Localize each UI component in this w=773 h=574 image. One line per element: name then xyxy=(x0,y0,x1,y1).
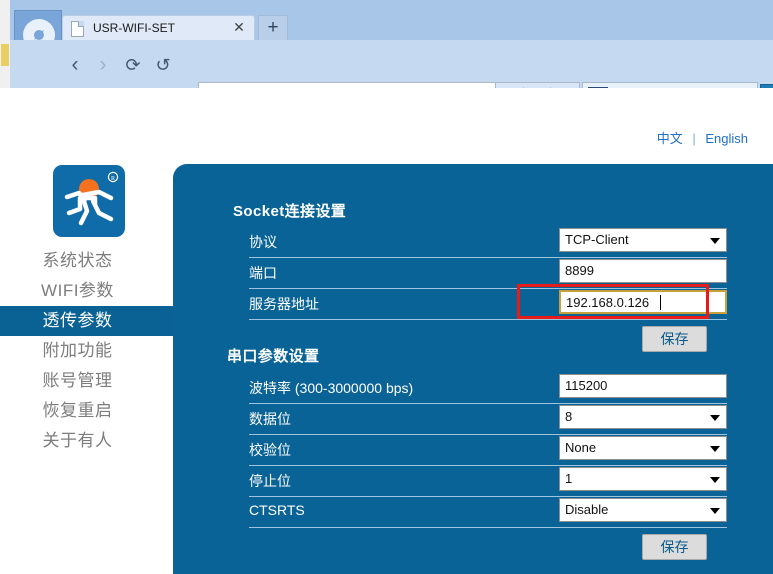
row-ctsrts: CTSRTS Disable xyxy=(249,496,727,528)
label-parity: 校验位 xyxy=(249,440,291,460)
chevron-down-icon xyxy=(710,446,720,452)
close-icon[interactable]: ✕ xyxy=(232,21,246,35)
label-baudrate: 波特率 (300-3000000 bps) xyxy=(249,378,413,398)
databits-value: 8 xyxy=(565,409,572,424)
compass-hub-icon xyxy=(34,30,44,40)
row-protocol: 协议 TCP-Client xyxy=(249,226,727,258)
reload-icon[interactable]: ⟳ xyxy=(120,52,146,78)
port-input[interactable]: 8899 xyxy=(559,259,727,283)
chevron-down-icon xyxy=(710,415,720,421)
language-chinese[interactable]: 中文 xyxy=(657,131,683,146)
sidebar-item-restore-reboot[interactable]: 恢复重启 xyxy=(0,396,173,426)
web-page: 中文 | English R 系统状态 WIFI参数 透传参数 附加功能 账号管… xyxy=(0,88,773,574)
baudrate-input[interactable]: 115200 xyxy=(559,374,727,398)
sidebar-item-account-management[interactable]: 账号管理 xyxy=(0,366,173,396)
baudrate-value: 115200 xyxy=(565,378,607,393)
desktop-icon-sliver xyxy=(1,44,9,66)
sidebar-item-extra-functions[interactable]: 附加功能 xyxy=(0,336,173,366)
row-stopbits: 停止位 1 xyxy=(249,465,727,497)
forward-icon[interactable]: › xyxy=(90,52,116,78)
row-databits: 数据位 8 xyxy=(249,403,727,435)
language-separator: | xyxy=(692,131,695,146)
sidebar-item-transparent-params[interactable]: 透传参数 xyxy=(0,306,173,336)
page-icon xyxy=(71,21,84,37)
port-value: 8899 xyxy=(565,263,594,278)
back-icon[interactable]: ‹ xyxy=(62,52,88,78)
label-stopbits: 停止位 xyxy=(249,471,291,491)
running-man-logo-icon: R xyxy=(53,165,125,237)
label-protocol: 协议 xyxy=(249,232,277,252)
usr-iot-logo: R xyxy=(53,165,125,237)
undo-icon[interactable]: ↺ xyxy=(150,52,176,78)
browser-tab[interactable]: USR-WIFI-SET ✕ xyxy=(62,15,255,42)
sidebar-item-wifi-params[interactable]: WIFI参数 xyxy=(0,276,173,306)
sidebar-item-about-usr[interactable]: 关于有人 xyxy=(0,426,173,456)
chevron-down-icon xyxy=(710,508,720,514)
label-port: 端口 xyxy=(249,263,277,283)
label-ctsrts: CTSRTS xyxy=(249,502,305,518)
svg-text:R: R xyxy=(111,176,115,182)
sidebar: R 系统状态 WIFI参数 透传参数 附加功能 账号管理 恢复重启 关于有人 xyxy=(0,88,173,574)
language-english[interactable]: English xyxy=(705,131,748,146)
ctsrts-select[interactable]: Disable xyxy=(559,498,727,522)
window-left-strip xyxy=(0,0,10,88)
label-databits: 数据位 xyxy=(249,409,291,429)
databits-select[interactable]: 8 xyxy=(559,405,727,429)
row-parity: 校验位 None xyxy=(249,434,727,466)
server-address-highlight-annotation xyxy=(517,284,709,319)
label-server-address: 服务器地址 xyxy=(249,294,319,314)
chevron-down-icon xyxy=(710,477,720,483)
browser-chrome: USR-WIFI-SET ✕ + ‹ › ⟳ ↺ ☆ http://192.16… xyxy=(0,0,773,88)
row-baudrate: 波特率 (300-3000000 bps) 115200 xyxy=(249,372,727,404)
save-button-socket[interactable]: 保存 xyxy=(642,326,707,352)
tab-title: USR-WIFI-SET xyxy=(93,21,175,35)
serial-section-title: 串口参数设置 xyxy=(227,345,319,366)
new-tab-button[interactable]: + xyxy=(258,15,288,42)
protocol-value: TCP-Client xyxy=(565,232,629,247)
sidebar-nav: 系统状态 WIFI参数 透传参数 附加功能 账号管理 恢复重启 关于有人 xyxy=(0,246,173,456)
chevron-down-icon xyxy=(710,238,720,244)
settings-panel: Socket连接设置 协议 TCP-Client 端口 8899 服务器地址 1… xyxy=(173,164,773,574)
ctsrts-value: Disable xyxy=(565,502,608,517)
stopbits-select[interactable]: 1 xyxy=(559,467,727,491)
save-button-serial[interactable]: 保存 xyxy=(642,534,707,560)
navigation-bar: ‹ › ⟳ ↺ ☆ http://192.168.0.120/ ⚡ ⱟ › ⚲ xyxy=(10,40,773,88)
socket-section-title: Socket连接设置 xyxy=(233,200,346,221)
language-switcher: 中文 | English xyxy=(657,128,748,147)
stopbits-value: 1 xyxy=(565,471,572,486)
protocol-select[interactable]: TCP-Client xyxy=(559,228,727,252)
parity-value: None xyxy=(565,440,596,455)
sidebar-item-system-status[interactable]: 系统状态 xyxy=(0,246,173,276)
parity-select[interactable]: None xyxy=(559,436,727,460)
